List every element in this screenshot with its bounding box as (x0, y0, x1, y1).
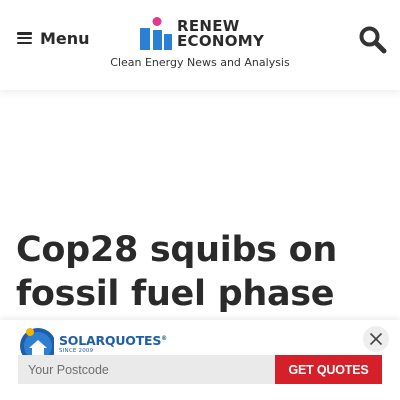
close-icon (369, 332, 383, 346)
solarquotes-logo[interactable]: SOLARQUOTES® SINCE 2009 (18, 324, 167, 364)
site-header: Menu RENEW ECONOMY Clean Energy News and… (0, 0, 400, 90)
menu-label: Menu (40, 28, 90, 48)
search-button[interactable] (357, 24, 389, 56)
close-banner-button[interactable] (363, 326, 389, 352)
get-quotes-button[interactable]: GET QUOTES (275, 355, 382, 384)
renew-economy-logo-mark (140, 17, 172, 50)
logo-line-2: ECONOMY (177, 31, 265, 50)
solarquotes-wordmark: SOLARQUOTES® (59, 333, 167, 348)
postcode-input[interactable] (18, 355, 275, 384)
renew-economy-logo[interactable]: RENEW ECONOMY (138, 16, 264, 52)
solarquotes-brand: SOLARQUOTES (59, 333, 162, 348)
solarquotes-house-icon (20, 328, 56, 364)
logo-wordmark: RENEW ECONOMY (177, 19, 264, 48)
hamburger-icon (17, 32, 32, 44)
ad-placeholder (0, 92, 400, 222)
registered-mark: ® (161, 334, 167, 342)
site-tagline: Clean Energy News and Analysis (110, 56, 290, 69)
search-icon (359, 26, 387, 54)
solarquotes-since: SINCE 2009 (59, 348, 94, 354)
menu-button[interactable]: Menu (17, 26, 90, 50)
